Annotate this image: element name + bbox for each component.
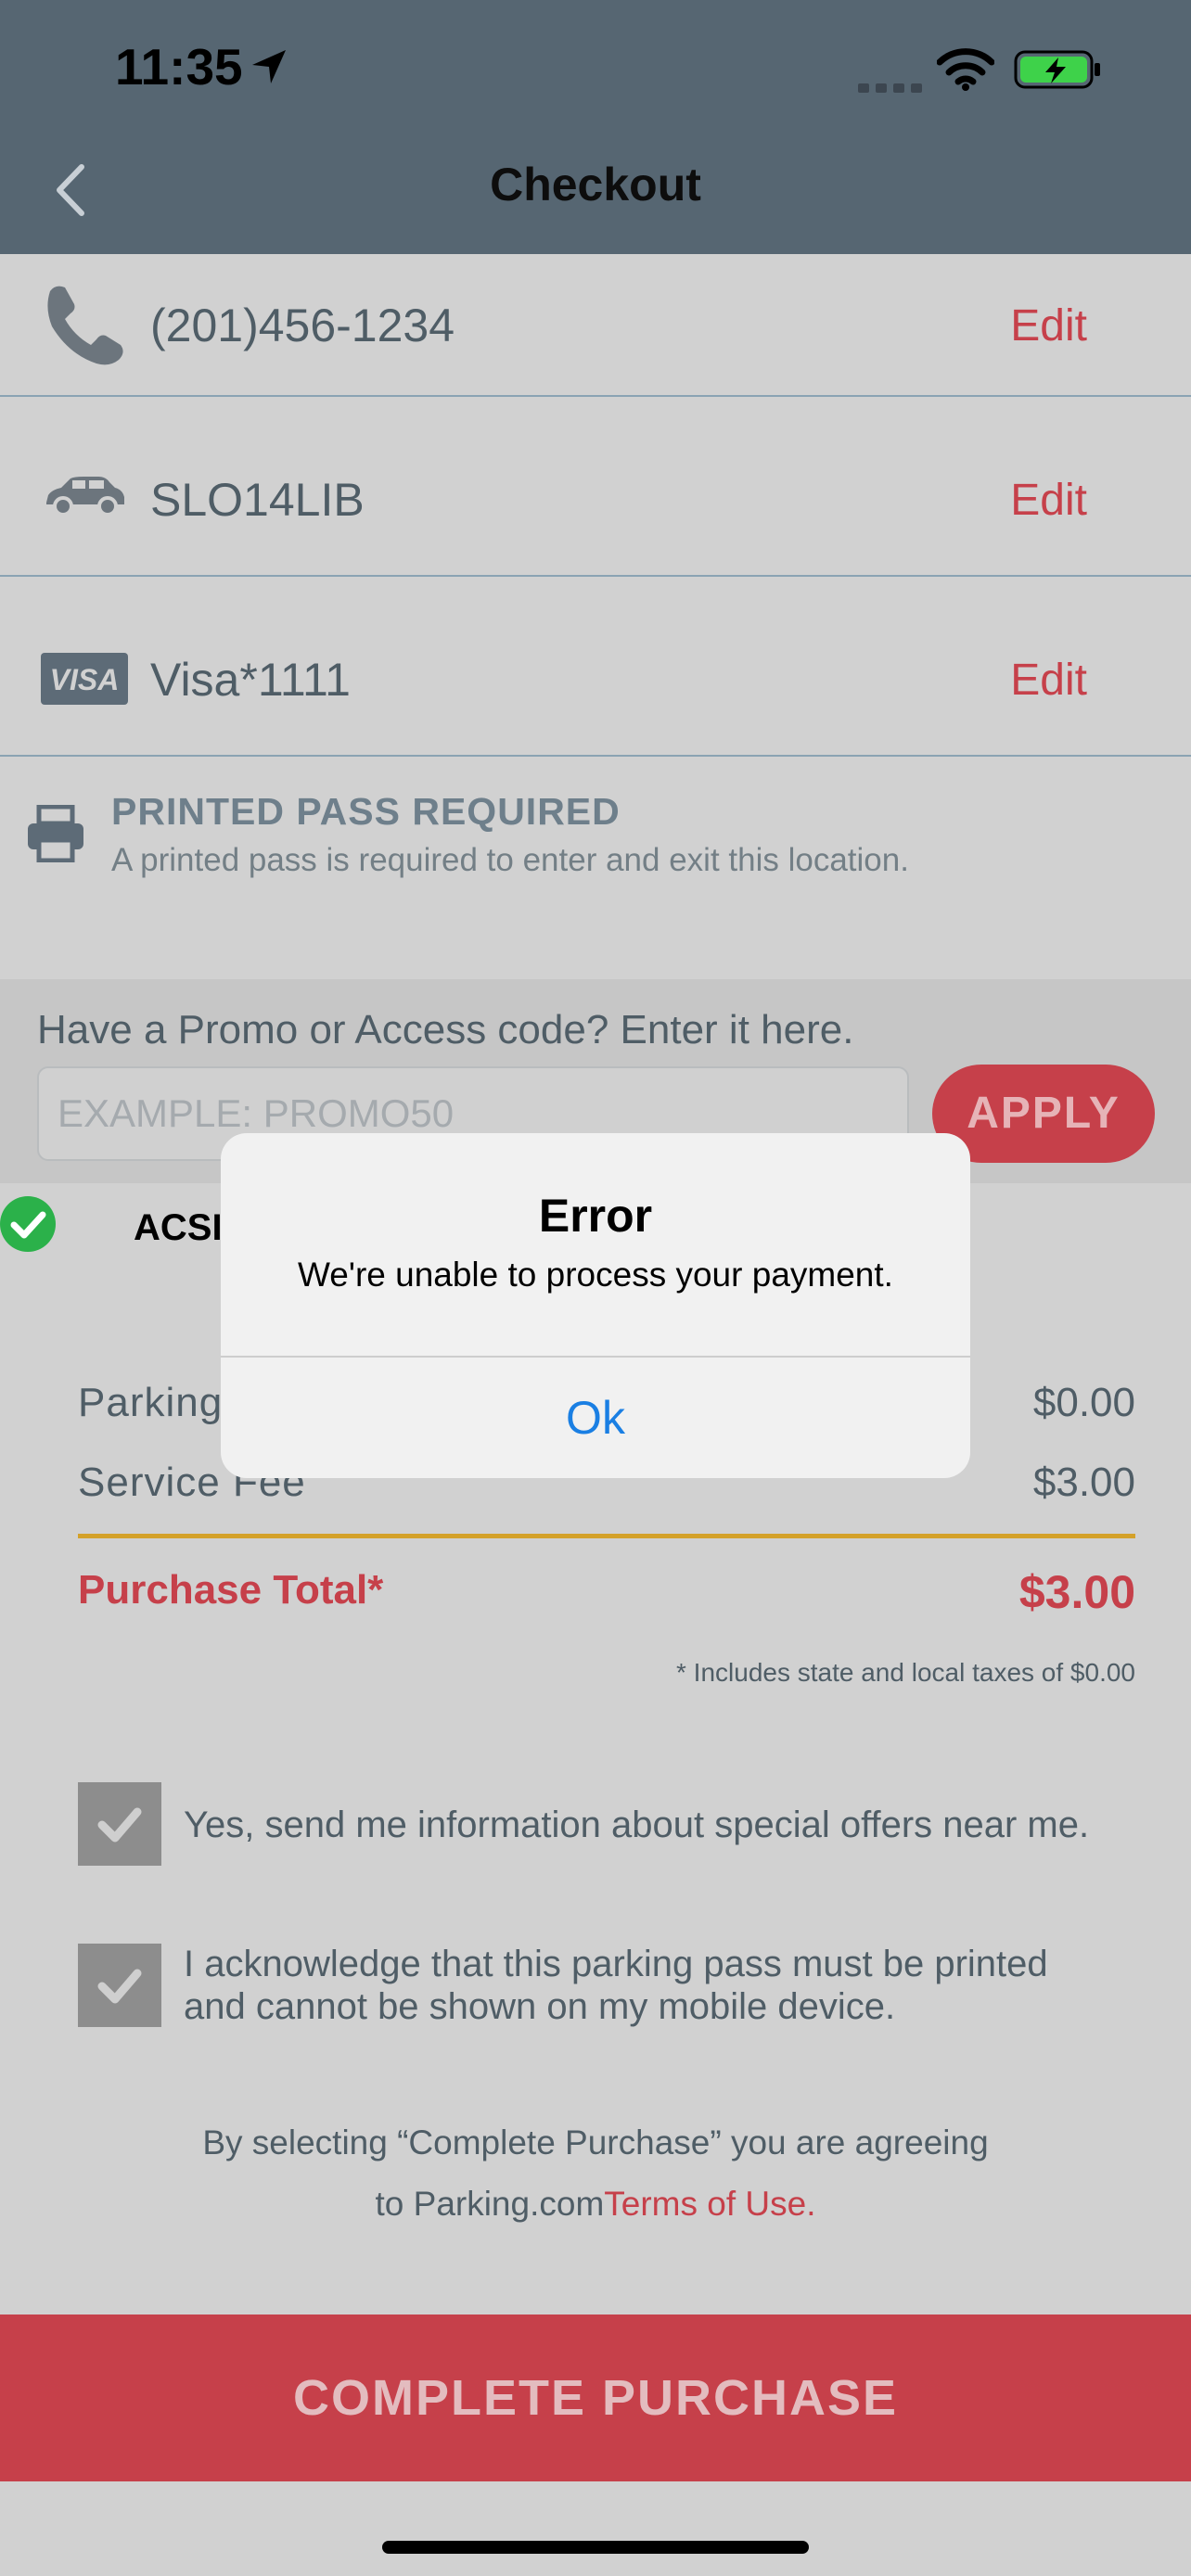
checkmark-icon (97, 1807, 142, 1843)
phone-row: (201)456-1234 Edit (0, 254, 1191, 397)
payment-row: VISA Visa*1111 Edit (0, 577, 1191, 757)
dialog-title: Error (538, 1190, 653, 1242)
acknowledge-label-line1: I acknowledge that this parking pass mus… (184, 1944, 1048, 1984)
battery-charging-icon (1014, 50, 1100, 89)
error-dialog: Error We're unable to process your payme… (221, 1133, 970, 1478)
phone-icon (47, 286, 123, 365)
wifi-icon (937, 48, 994, 91)
offers-label: Yes, send me information about special o… (184, 1804, 1090, 1845)
acknowledge-label-line2: and cannot be shown on my mobile device. (184, 1986, 896, 2027)
terms-line1: By selecting “Complete Purchase” you are… (202, 2123, 989, 2162)
service-fee-value: $3.00 (1032, 1460, 1135, 1505)
complete-purchase-button[interactable]: COMPLETE PURCHASE (0, 2315, 1191, 2481)
dialog-message: We're unable to process your payment. (298, 1256, 893, 1294)
edit-phone-button[interactable]: Edit (1010, 300, 1087, 351)
offers-checkbox[interactable] (78, 1782, 161, 1866)
svg-text:VISA: VISA (50, 663, 120, 696)
total-divider (78, 1534, 1135, 1538)
checkmark-icon (97, 1969, 142, 2004)
phone-number: (201)456-1234 (150, 300, 455, 351)
car-icon (46, 477, 124, 516)
check-circle-icon (0, 1196, 56, 1252)
card-label: Visa*1111 (150, 654, 351, 706)
applied-code: ACSI (134, 1207, 223, 1248)
vehicle-row: SLO14LIB Edit (0, 397, 1191, 577)
edit-vehicle-button[interactable]: Edit (1010, 475, 1087, 526)
edit-payment-button[interactable]: Edit (1010, 655, 1087, 706)
status-time: 11:35 (115, 38, 243, 96)
printed-pass-title: PRINTED PASS REQUIRED (111, 790, 621, 833)
purchase-total-value: $3.00 (1018, 1566, 1135, 1618)
visa-icon: VISA (41, 653, 128, 705)
license-plate: SLO14LIB (150, 474, 365, 526)
terms-line2: to Parking.comTerms of Use. (0, 2185, 1191, 2224)
home-indicator (382, 2541, 809, 2554)
page-title: Checkout (490, 159, 701, 210)
parking-value: $0.00 (1032, 1380, 1135, 1425)
purchase-total-label: Purchase Total* (78, 1567, 384, 1613)
printed-pass-description: A printed pass is required to enter and … (111, 842, 909, 878)
parking-label: Parking (78, 1380, 224, 1425)
printer-icon (28, 805, 83, 862)
promo-label: Have a Promo or Access code? Enter it he… (37, 1007, 854, 1052)
cellular-signal-icon (858, 83, 922, 93)
terms-prefix: to Parking.com (375, 2185, 605, 2223)
location-arrow-icon (252, 50, 286, 83)
dialog-ok-button[interactable]: Ok (221, 1358, 970, 1478)
terms-of-use-link[interactable]: Terms of Use. (604, 2185, 815, 2223)
tax-note: * Includes state and local taxes of $0.0… (676, 1658, 1135, 1687)
acknowledge-checkbox[interactable] (78, 1944, 161, 2027)
